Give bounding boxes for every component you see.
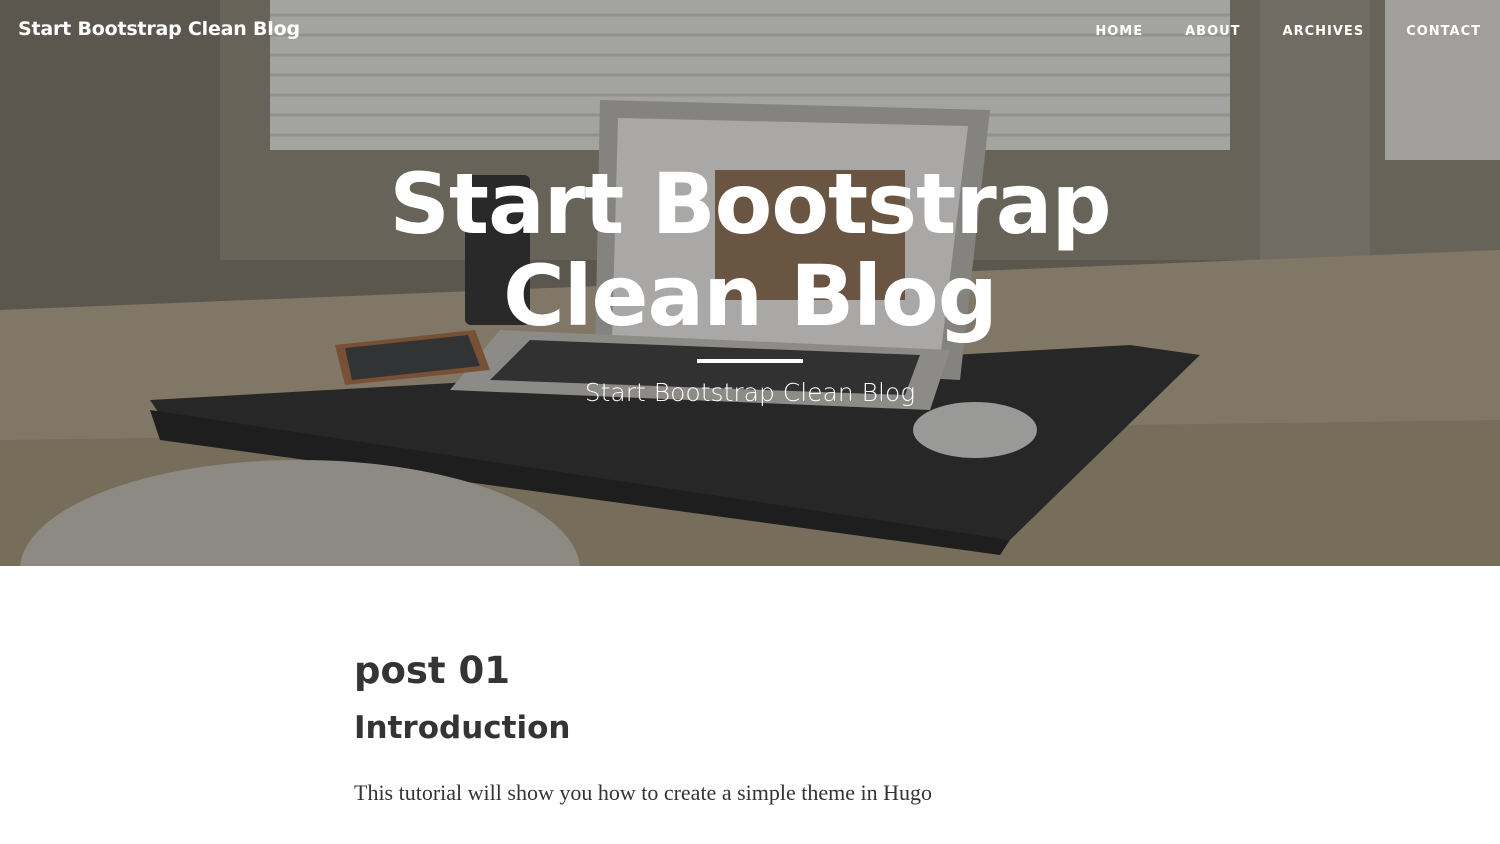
post-title: post 01 (354, 649, 510, 692)
nav-links: HOME ABOUT ARCHIVES CONTACT (1053, 22, 1481, 40)
nav-item-contact: CONTACT (1406, 22, 1481, 40)
nav-item-archives: ARCHIVES (1283, 22, 1365, 40)
hero-title-line-2: Clean Blog (503, 247, 998, 345)
main-navbar: Start Bootstrap Clean Blog HOME ABOUT AR… (0, 0, 1500, 64)
post-content: post 01 Introduction This tutorial will … (354, 648, 1154, 808)
post-paragraph: This tutorial will show you how to creat… (354, 780, 933, 805)
hero-title-line-1: Start Bootstrap (389, 155, 1111, 253)
nav-link-contact[interactable]: CONTACT (1406, 24, 1481, 39)
hero-title: Start Bootstrap Clean Blog (0, 158, 1500, 342)
hero-subtitle: Start Bootstrap Clean Blog (584, 378, 916, 407)
hero-divider (697, 359, 803, 363)
nav-link-about[interactable]: ABOUT (1185, 24, 1240, 39)
nav-item-about: ABOUT (1185, 22, 1240, 40)
section-heading: Introduction (354, 710, 571, 746)
nav-link-home[interactable]: HOME (1095, 24, 1143, 39)
hero-header: Start Bootstrap Clean Blog Start Bootstr… (0, 0, 1500, 566)
navbar-brand-link[interactable]: Start Bootstrap Clean Blog (18, 18, 300, 40)
nav-link-archives[interactable]: ARCHIVES (1283, 24, 1365, 39)
nav-item-home: HOME (1095, 22, 1143, 40)
